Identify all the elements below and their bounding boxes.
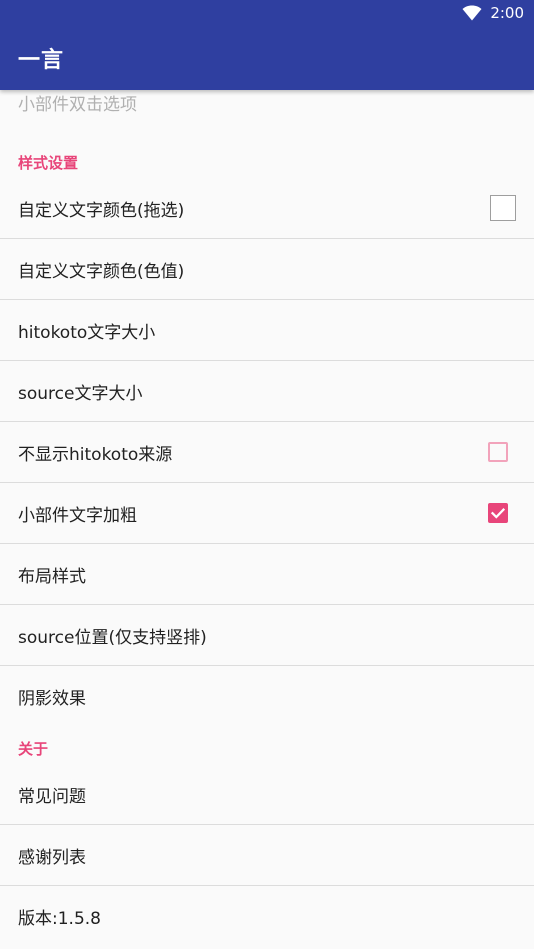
hide-source-checkbox[interactable]	[488, 442, 508, 462]
pref-label: source位置(仅支持竖排)	[18, 627, 207, 648]
pref-shadow-effect[interactable]: 阴影效果	[0, 666, 534, 726]
section-header-label: 样式设置	[18, 154, 79, 172]
wifi-icon	[462, 5, 482, 21]
pref-label: 阴影效果	[18, 688, 86, 709]
pref-label: source文字大小	[18, 383, 143, 404]
pref-label: 常见问题	[18, 786, 86, 807]
pref-faq[interactable]: 常见问题	[0, 764, 534, 825]
pref-label: 不显示hitokoto来源	[18, 444, 173, 465]
section-header-about: 关于	[0, 726, 534, 764]
status-bar: 2:00	[0, 0, 534, 30]
pref-label: 小部件文字加粗	[18, 505, 137, 526]
pref-layout-style[interactable]: 布局样式	[0, 544, 534, 605]
section-header-label: 关于	[18, 740, 49, 758]
pref-label: 自定义文字颜色(拖选)	[18, 200, 185, 221]
pref-source-position[interactable]: source位置(仅支持竖排)	[0, 605, 534, 666]
pref-hitokoto-text-size[interactable]: hitokoto文字大小	[0, 300, 534, 361]
pref-source-text-size[interactable]: source文字大小	[0, 361, 534, 422]
preferences-list[interactable]: 小部件双击选项 样式设置 自定义文字颜色(拖选) 自定义文字颜色(色值) hit…	[0, 90, 534, 949]
pref-label: 感谢列表	[18, 847, 86, 868]
app-bar: 2:00 一言	[0, 0, 534, 90]
pref-label: 小部件双击选项	[18, 95, 137, 115]
pref-text-color-value[interactable]: 自定义文字颜色(色值)	[0, 239, 534, 300]
status-right: 2:00	[462, 4, 524, 22]
pref-text-color-picker[interactable]: 自定义文字颜色(拖选)	[0, 178, 534, 239]
pref-label: 版本:1.5.8	[18, 908, 101, 929]
pref-widget-double-click[interactable]: 小部件双击选项	[0, 90, 534, 140]
color-swatch[interactable]	[490, 195, 516, 221]
pref-label: 布局样式	[18, 566, 86, 587]
checkmark-icon	[490, 508, 506, 519]
pref-thanks-list[interactable]: 感谢列表	[0, 825, 534, 886]
pref-label: hitokoto文字大小	[18, 322, 156, 343]
app-title: 一言	[18, 48, 65, 73]
pref-hide-source[interactable]: 不显示hitokoto来源	[0, 422, 534, 483]
bold-text-checkbox[interactable]	[488, 503, 508, 523]
section-header-style: 样式设置	[0, 140, 534, 178]
pref-version[interactable]: 版本:1.5.8	[0, 886, 534, 946]
pref-bold-text[interactable]: 小部件文字加粗	[0, 483, 534, 544]
pref-label: 自定义文字颜色(色值)	[18, 261, 185, 282]
status-time: 2:00	[490, 4, 524, 22]
